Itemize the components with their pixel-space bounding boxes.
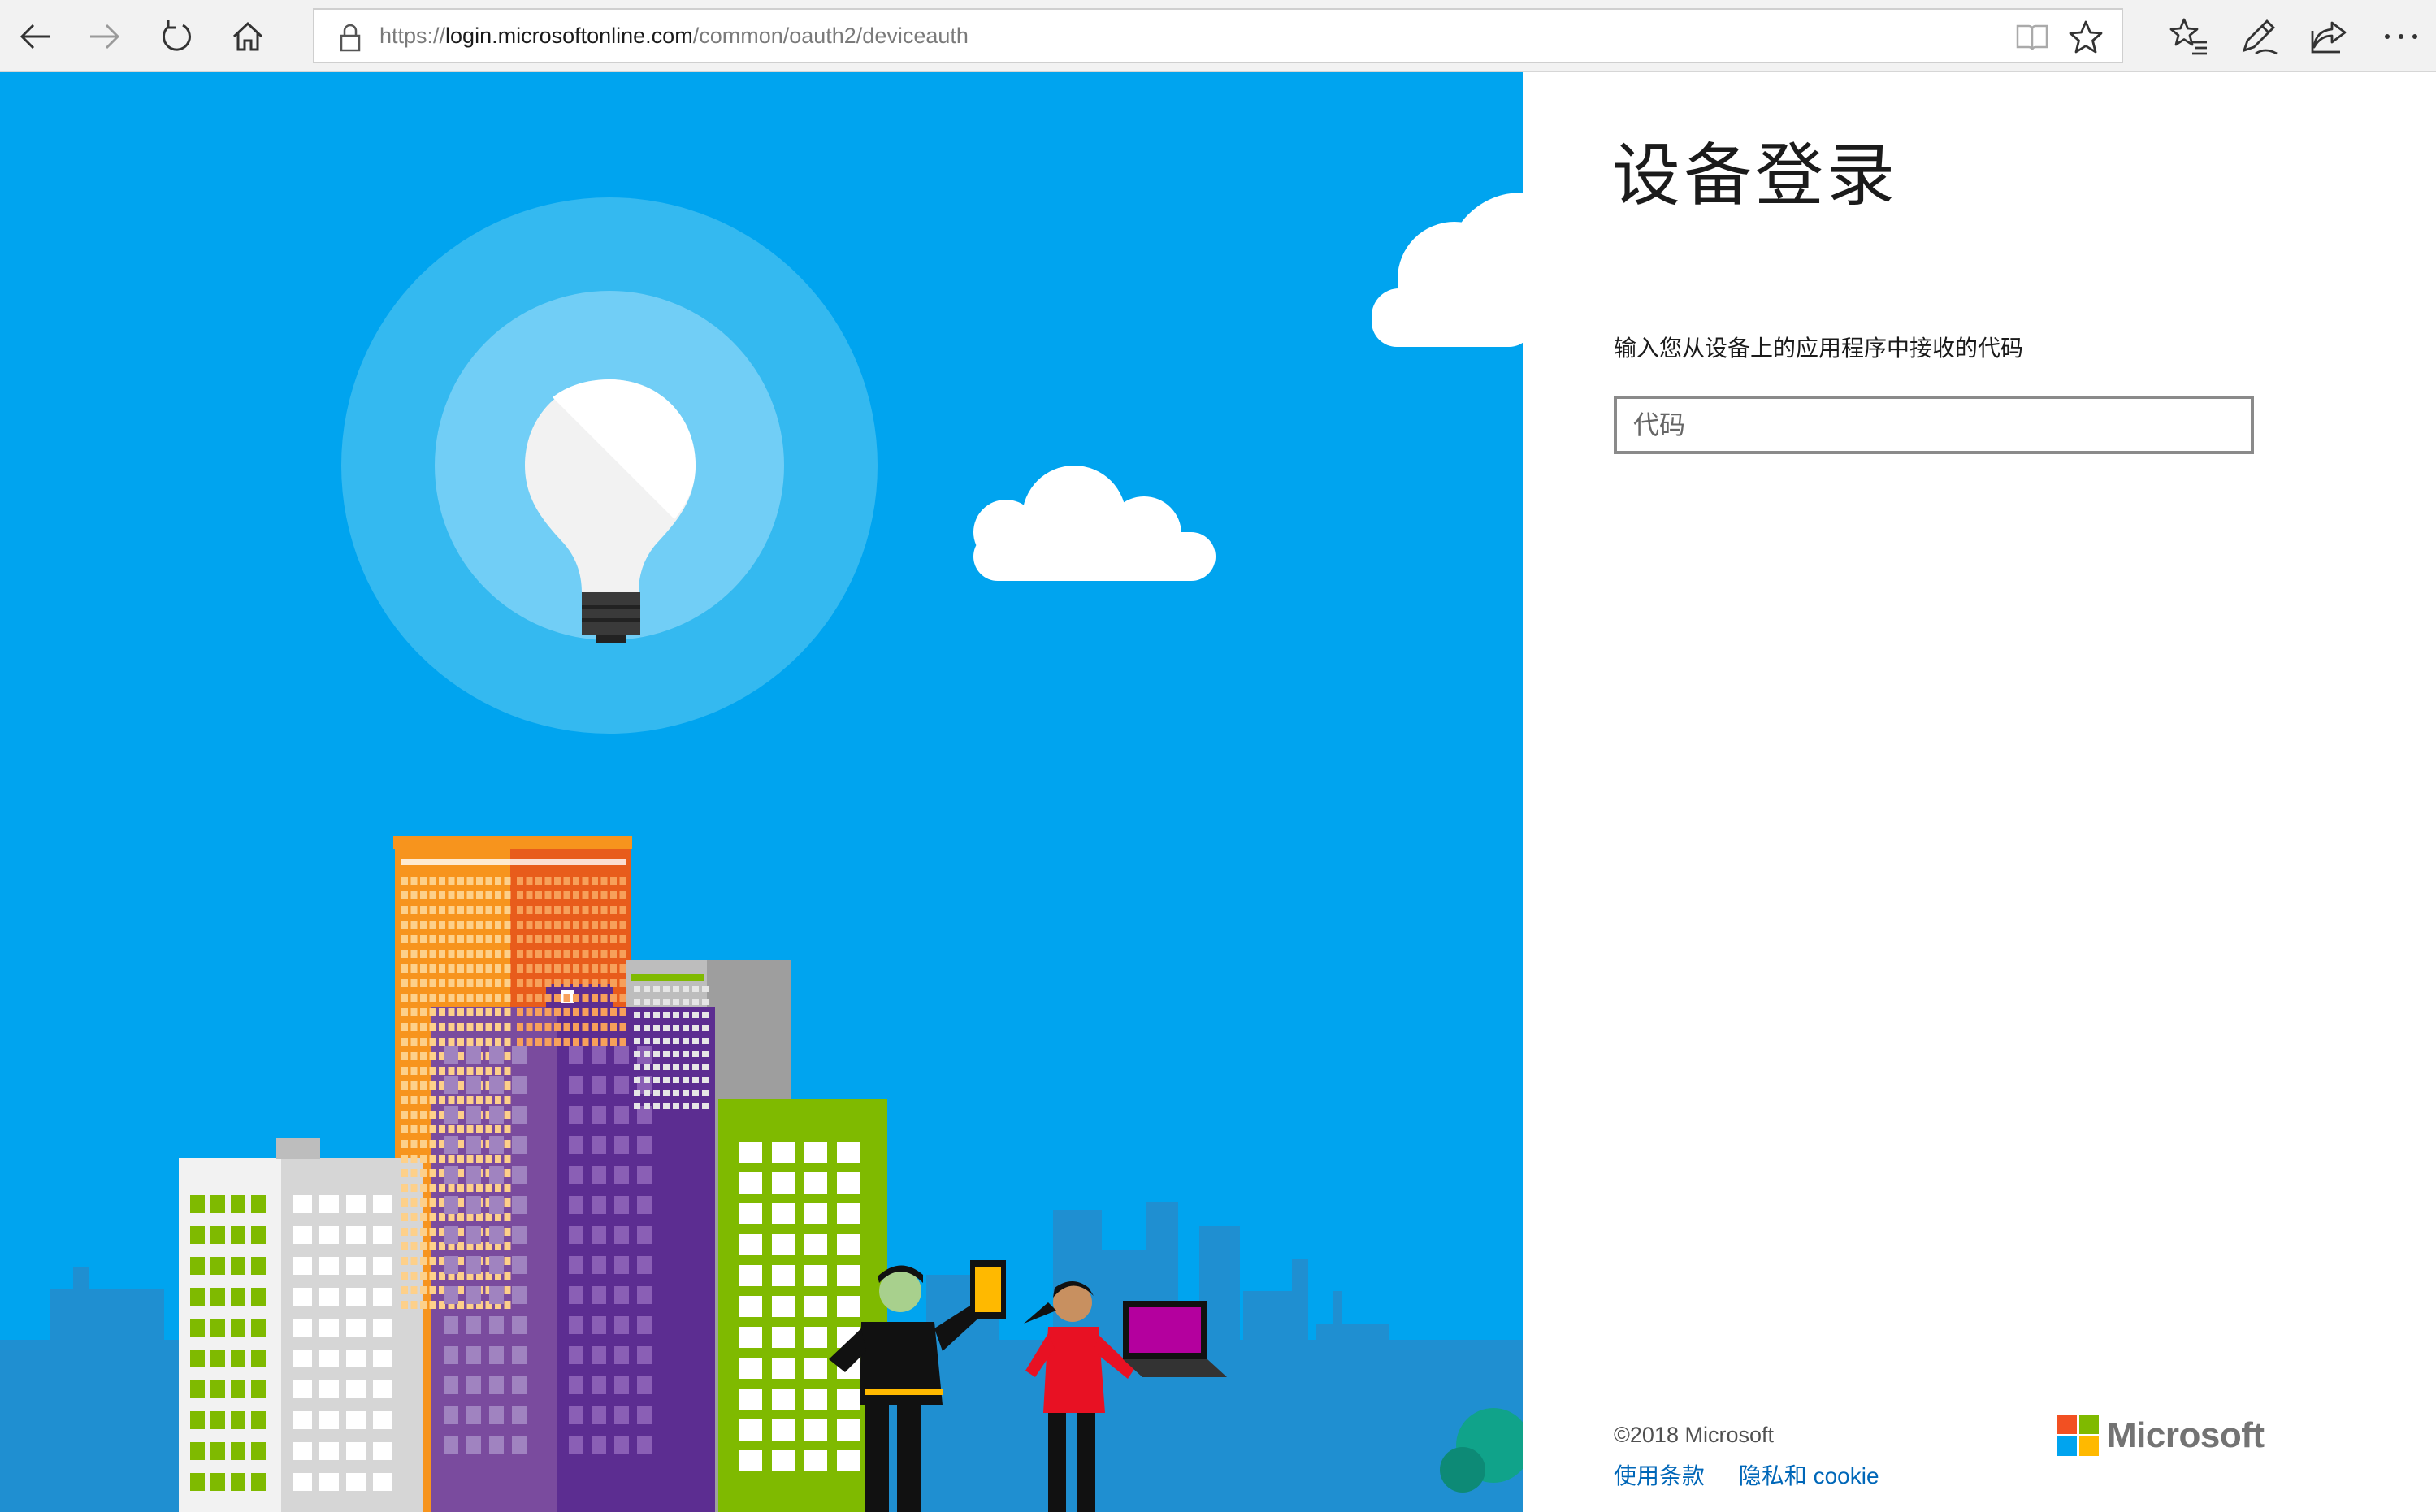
ellipsis-icon[interactable]	[2379, 15, 2423, 58]
terms-of-use-link[interactable]: 使用条款	[1614, 1463, 1705, 1488]
code-instructions: 输入您从设备上的应用程序中接收的代码	[1614, 336, 2024, 361]
signin-pane: 设备登录 输入您从设备上的应用程序中接收的代码 ©2018 Microsoft …	[1523, 72, 2436, 1512]
cloud-icon	[973, 466, 1216, 581]
book-icon[interactable]	[2014, 19, 2050, 55]
cloud-icon	[1372, 193, 1523, 347]
hero-illustration	[0, 72, 1523, 1512]
refresh-icon	[162, 20, 191, 51]
lightbulb-icon	[341, 197, 878, 734]
home-icon	[232, 21, 263, 51]
pen-icon[interactable]	[2238, 15, 2282, 58]
privacy-cookies-link[interactable]: 隐私和 cookie	[1739, 1463, 1879, 1488]
microsoft-logo-icon	[2057, 1415, 2099, 1456]
address-bar[interactable]: https://login.microsoftonline.com/common…	[313, 8, 2123, 63]
lock-icon	[340, 24, 361, 52]
footer-links: 使用条款 隐私和 cookie	[1614, 1458, 1907, 1491]
star-list-icon[interactable]	[2166, 15, 2210, 58]
microsoft-logo: Microsoft	[2057, 1415, 2265, 1456]
copyright-text: ©2018 Microsoft	[1614, 1423, 1774, 1447]
home-button[interactable]	[223, 11, 273, 62]
city-illustration	[0, 193, 1523, 1512]
share-icon[interactable]	[2308, 15, 2351, 58]
arrow-right-icon	[90, 24, 120, 50]
page-title: 设备登录	[1612, 137, 1899, 214]
back-button[interactable]	[10, 11, 60, 62]
code-input[interactable]	[1614, 396, 2254, 454]
refresh-button[interactable]	[151, 11, 202, 62]
url-text: https://login.microsoftonline.com/common…	[379, 24, 969, 48]
browser-toolbar: https://login.microsoftonline.com/common…	[0, 0, 2436, 72]
forward-button[interactable]	[80, 11, 130, 62]
star-icon[interactable]	[2068, 19, 2104, 55]
arrow-left-icon	[20, 24, 50, 50]
